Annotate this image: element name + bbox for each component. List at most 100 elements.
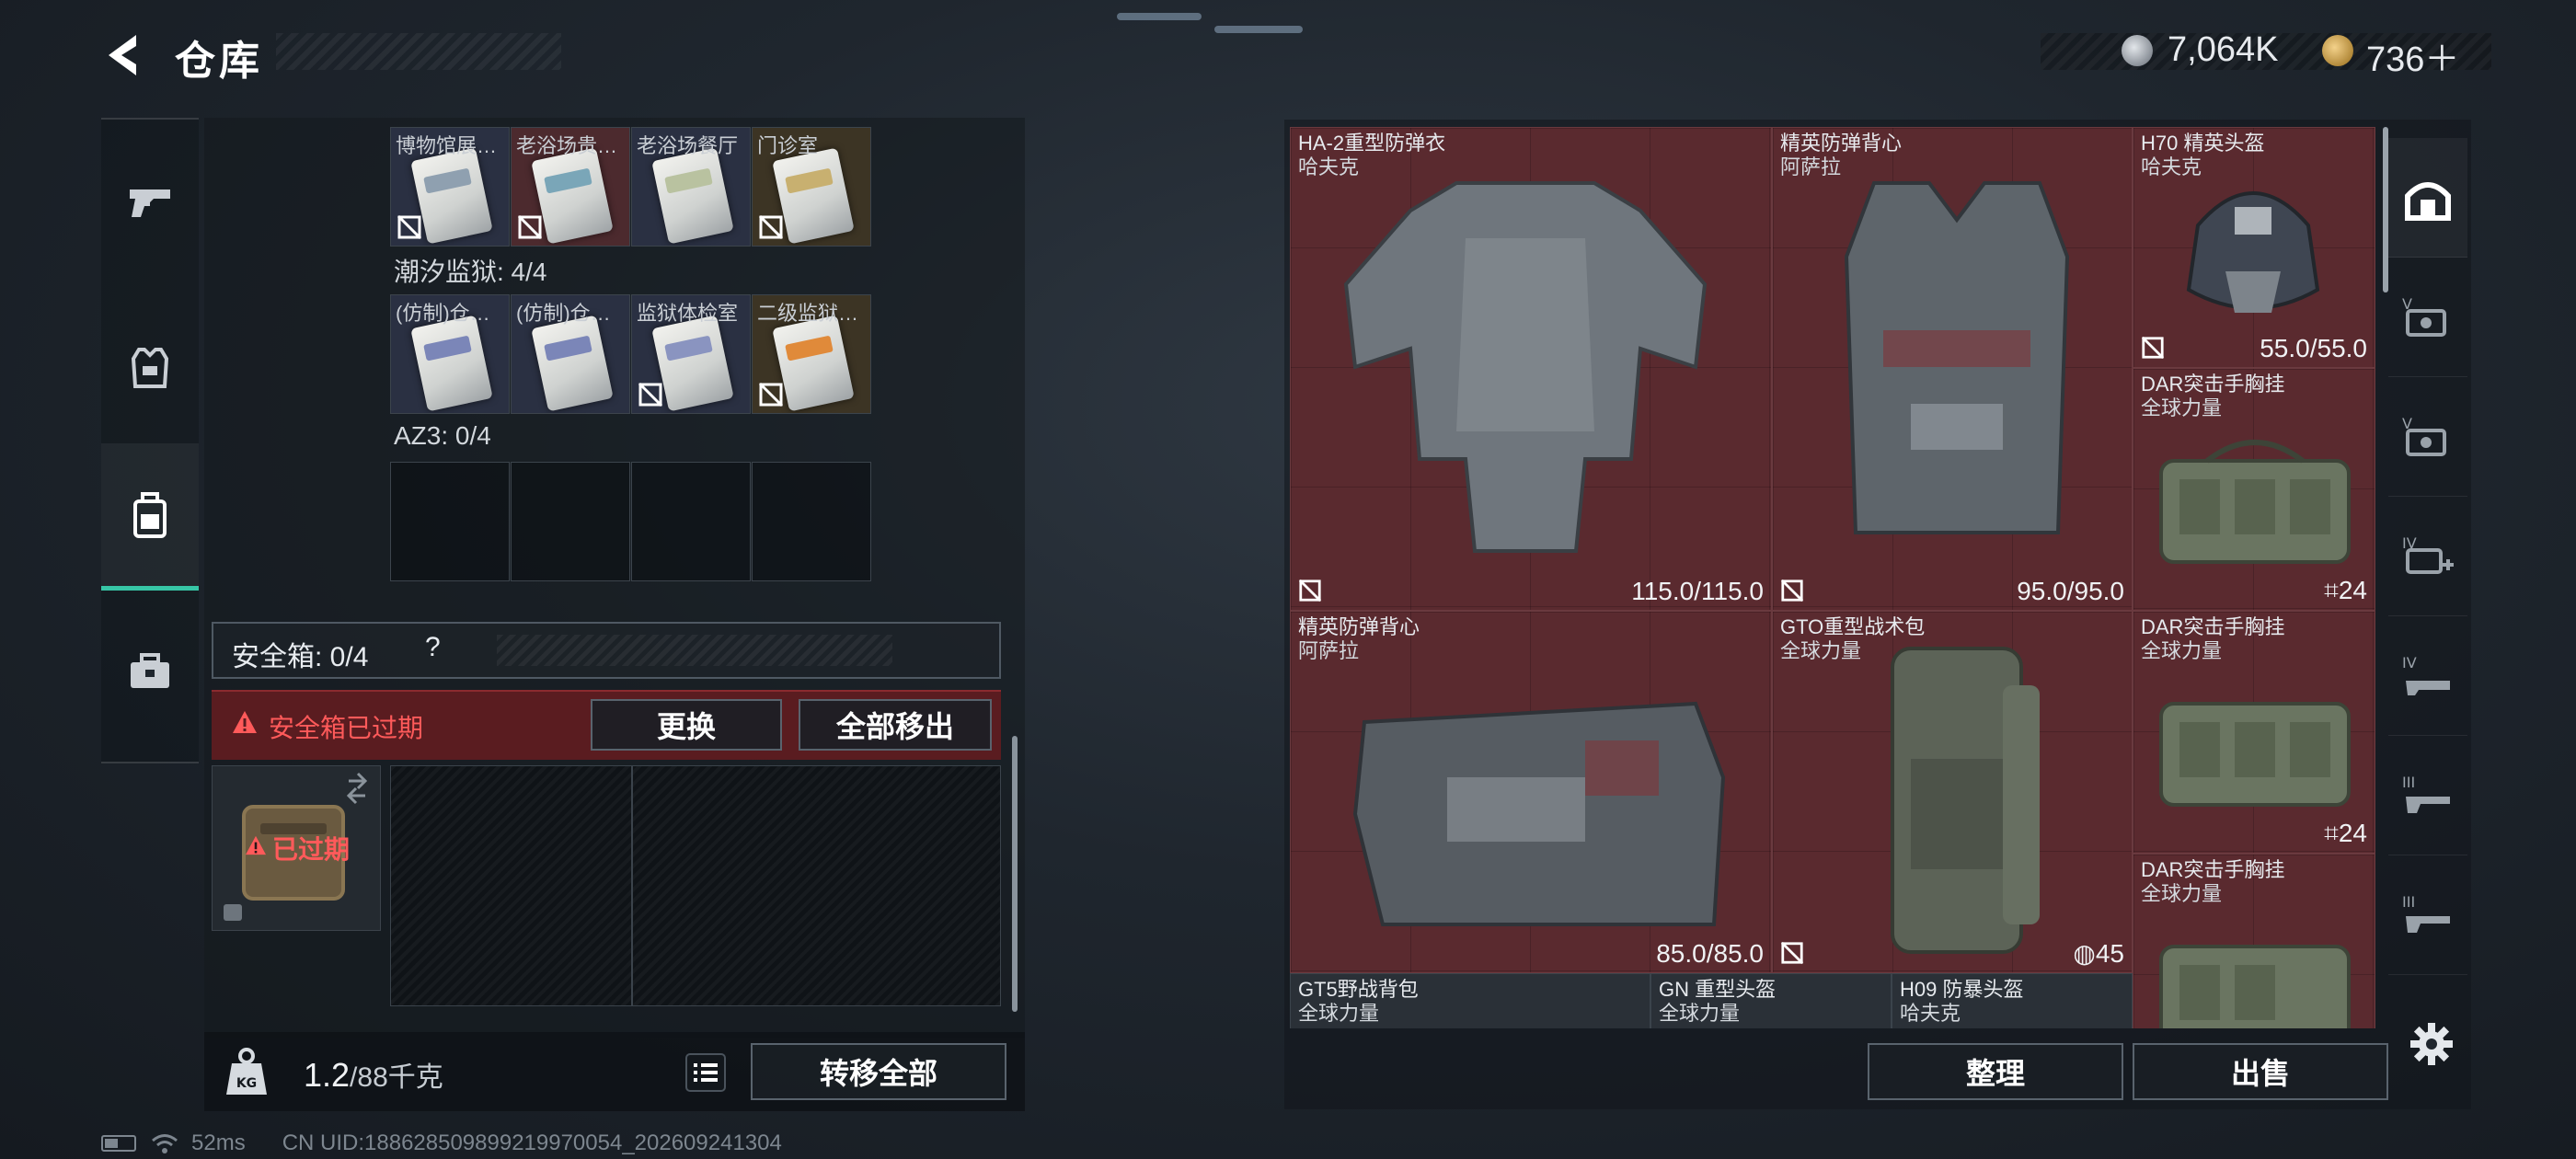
back-arrow-icon — [109, 35, 136, 75]
sell-button[interactable]: 出售 — [2133, 1043, 2388, 1100]
safebox-expired-text: 安全箱已过期 — [269, 714, 424, 742]
tab-weapons[interactable] — [101, 129, 199, 276]
container-row-top: 博物馆展… 老浴场贵… 老浴场餐厅 门诊室 — [390, 127, 872, 247]
wifi-icon — [152, 1134, 178, 1153]
untradeable-icon — [1780, 579, 1804, 602]
tier-iii-icon: III — [2402, 774, 2450, 813]
untradeable-icon — [1780, 941, 1804, 965]
premium-currency-amount[interactable]: 736＋ — [2366, 30, 2459, 81]
home-icon — [2405, 181, 2451, 221]
status-bar: 52ms CN UID:18862850989921997005​4_20260… — [101, 1130, 782, 1157]
scrollbar[interactable] — [1012, 736, 1018, 1012]
keycard-icon — [531, 315, 614, 412]
stash-item[interactable]: DAR突击手胸挂 全球力量 ⌗24 — [2133, 368, 2375, 611]
tab-tier-5a[interactable]: V — [2388, 258, 2467, 377]
weight-value: 1.2/88千克 — [304, 1054, 443, 1095]
item-slot[interactable]: 老浴场餐厅 — [631, 127, 751, 247]
container-row-az3 — [390, 462, 872, 581]
tab-tier-3b[interactable]: III — [2388, 855, 2467, 975]
weight-current: 1.2 — [304, 1056, 351, 1094]
title-decoration — [276, 33, 561, 70]
stash-item[interactable]: H09 防暴头盔 哈夫克 — [1892, 973, 2133, 1028]
item-slot[interactable]: 二级监狱… — [752, 294, 871, 414]
untradeable-icon — [397, 214, 422, 240]
keycard-icon — [772, 315, 855, 412]
capacity-value: ⌗24 — [2324, 576, 2367, 604]
category-tabs — [101, 118, 199, 763]
stash-item[interactable]: DAR突击手胸挂 全球力量 — [2133, 854, 2375, 1028]
transfer-all-button[interactable]: 转移全部 — [751, 1043, 1006, 1100]
ping-value: 52ms — [191, 1130, 246, 1155]
item-slot[interactable]: 老浴场贵… — [511, 127, 630, 247]
empty-slot[interactable] — [631, 462, 751, 581]
item-slot[interactable]: (仿制)仓… — [511, 294, 630, 414]
tab-all[interactable] — [2388, 138, 2467, 258]
container-section-label: 潮汐监狱: 4/4 — [394, 258, 547, 286]
svg-text:IV: IV — [2402, 654, 2417, 671]
stash-item[interactable]: H70 精英头盔 哈夫克 55.0/55.0 — [2133, 127, 2375, 368]
tactical-backpack-icon — [1891, 647, 2040, 954]
empty-slot[interactable] — [390, 462, 510, 581]
heavy-armor-icon — [1343, 181, 1708, 553]
stash-item[interactable]: 精英防弹背心 阿萨拉 85.0/85.0 — [1290, 611, 1772, 973]
chest-rig-icon — [2159, 440, 2351, 564]
ceiling-lights-decoration — [1117, 13, 1303, 33]
stash-filter-tabs: V V IV IV III III — [2388, 138, 2467, 984]
warning-icon — [233, 711, 257, 733]
case-expired-label: 已过期 — [272, 835, 351, 864]
stash-item[interactable]: DAR突击手胸挂 全球力量 ⌗24 — [2133, 611, 2375, 854]
svg-text:KG: KG — [236, 1076, 257, 1091]
empty-slot[interactable] — [752, 462, 871, 581]
stash-item[interactable]: GTO重型战术包 全球力量 ◍45 — [1772, 611, 2133, 973]
tab-tier-4a[interactable]: IV — [2388, 497, 2467, 616]
capacity-value: ◍45 — [2073, 939, 2124, 968]
stash-item[interactable]: HA-2重型防弹衣 哈夫克 115.0/115.0 — [1290, 127, 1772, 611]
chest-rig-icon — [2159, 702, 2351, 807]
toolbox-icon — [131, 653, 169, 688]
untradeable-icon — [758, 214, 784, 240]
move-all-out-button[interactable]: 全部移出 — [799, 699, 992, 751]
item-slot[interactable]: (仿制)仓… — [390, 294, 510, 414]
tab-tools[interactable] — [101, 598, 199, 745]
tab-tier-5b[interactable]: V — [2388, 377, 2467, 497]
item-slot[interactable]: 博物馆展… — [390, 127, 510, 247]
safebox-decoration — [497, 635, 892, 666]
stash-item[interactable]: GT5野战背包 全球力量 — [1290, 973, 1650, 1028]
svg-text:III: III — [2402, 774, 2415, 791]
warning-icon — [246, 835, 266, 855]
organize-button[interactable]: 整理 — [1868, 1043, 2123, 1100]
coin-icon — [2122, 35, 2153, 66]
tab-tier-3a[interactable]: III — [2388, 736, 2467, 855]
premium-currency-icon — [2322, 35, 2353, 66]
container-section-label: AZ3: 0/4 — [394, 421, 491, 450]
help-button[interactable]: ? — [425, 632, 441, 663]
item-slot[interactable]: 门诊室 — [752, 127, 871, 247]
safebox-slots[interactable] — [390, 765, 1001, 1006]
list-icon — [685, 1053, 726, 1092]
settings-gear-icon[interactable] — [2409, 1021, 2455, 1067]
item-slot[interactable]: 监狱体检室 — [631, 294, 751, 414]
back-button[interactable] — [99, 29, 151, 81]
stash-item[interactable]: 精英防弹背心 阿萨拉 95.0/95.0 — [1772, 127, 2133, 611]
container-row-prison: (仿制)仓… (仿制)仓… 监狱体检室 二级监狱… — [390, 294, 872, 414]
tab-backpack[interactable] — [101, 443, 199, 591]
tier-iv-icon: IV — [2402, 534, 2454, 574]
tier-v-icon: V — [2402, 415, 2446, 456]
keycard-icon — [772, 147, 855, 245]
tier-iv-icon: IV — [2402, 654, 2450, 695]
replace-button[interactable]: 更换 — [591, 699, 782, 751]
untradeable-icon — [1298, 579, 1322, 602]
vest-icon — [131, 348, 169, 388]
elite-vest-icon — [1352, 701, 1726, 926]
backpack-icon — [133, 491, 167, 538]
tab-tier-4b[interactable]: IV — [2388, 616, 2467, 736]
empty-slot[interactable] — [511, 462, 630, 581]
keycard-icon — [410, 315, 493, 412]
tab-armor[interactable] — [101, 294, 199, 442]
stash-item[interactable]: GN 重型头盔 全球力量 — [1650, 973, 1892, 1028]
weight-max: /88千克 — [350, 1062, 443, 1093]
capacity-value: ⌗24 — [2324, 819, 2367, 847]
keycard-icon — [531, 147, 614, 245]
stash-grid: HA-2重型防弹衣 哈夫克 115.0/115.0 精英防弹背心 阿萨拉 95.… — [1290, 127, 2375, 1028]
safebox-label: 安全箱: 0/4 — [232, 642, 369, 672]
